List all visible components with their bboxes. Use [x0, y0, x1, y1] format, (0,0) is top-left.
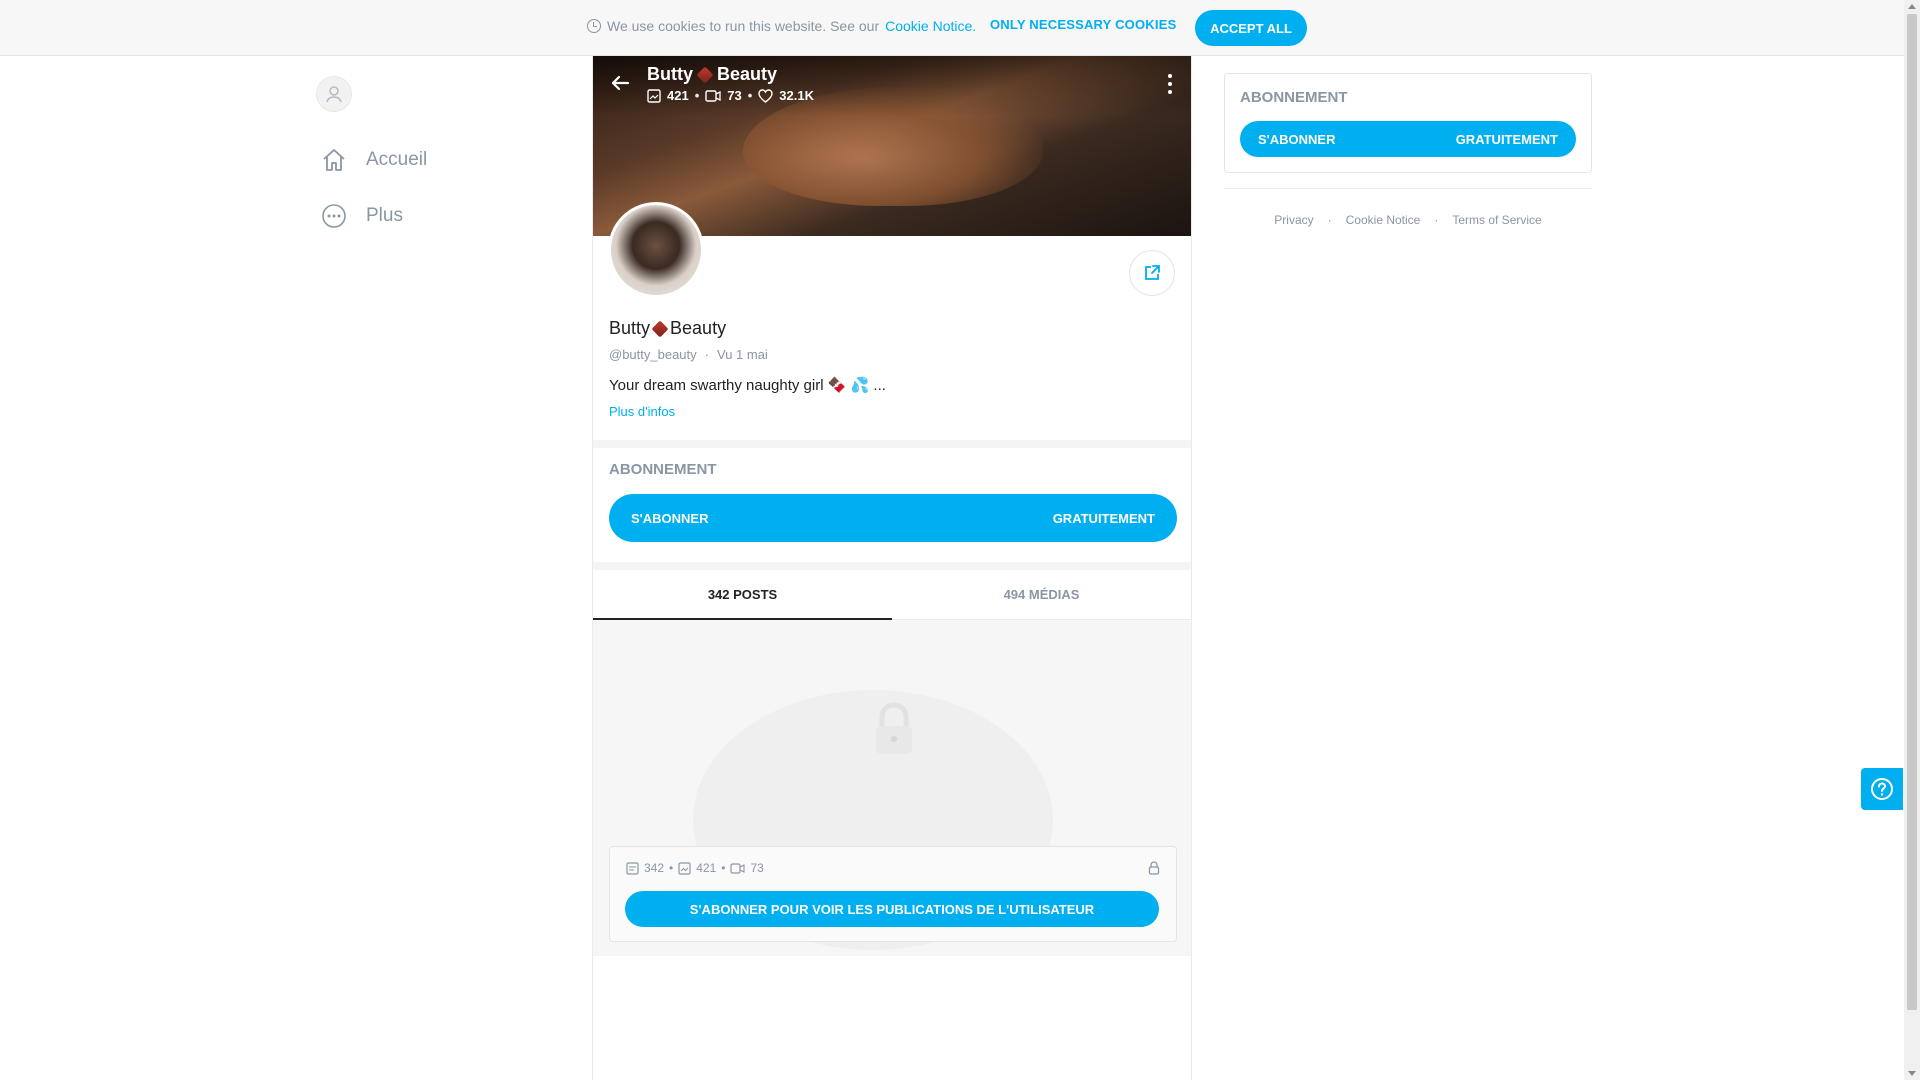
tab-posts[interactable]: 342 POSTS — [593, 570, 892, 620]
home-icon — [316, 142, 352, 178]
right-subscribe-label: S'ABONNER — [1258, 131, 1336, 147]
profile-info: Butty Beauty @butty_beauty · Vu 1 mai Yo… — [609, 318, 1179, 419]
locked-photos-count: 421 — [696, 861, 717, 875]
profile-handle: @butty_beauty — [609, 347, 697, 362]
nav-item-home[interactable]: Accueil — [316, 132, 427, 188]
locked-videos-count: 73 — [750, 861, 764, 875]
more-info-link[interactable]: Plus d'infos — [609, 404, 1179, 419]
video-icon — [730, 862, 746, 874]
likes-count: 32.1K — [779, 88, 814, 103]
last-seen: Vu 1 mai — [717, 347, 768, 362]
accept-all-cookies-button[interactable]: ACCEPT ALL — [1195, 10, 1307, 46]
right-subscribe-price: GRATUITEMENT — [1455, 131, 1558, 147]
cookie-clock-icon — [587, 19, 601, 33]
section-divider — [593, 562, 1191, 570]
posts-icon — [626, 861, 639, 875]
heart-icon — [758, 88, 773, 103]
cookie-message-text: We use cookies to run this website. See … — [607, 18, 880, 34]
profile-name-second: Beauty — [717, 64, 778, 84]
help-question-icon — [1871, 778, 1893, 800]
locked-stats: 342 • 421 • 73 — [626, 861, 764, 875]
tab-media[interactable]: 494 MÉDIAS — [892, 570, 1191, 619]
locked-posts-count: 342 — [644, 861, 665, 875]
videos-count: 73 — [727, 88, 742, 103]
more-options-icon[interactable] — [1167, 74, 1173, 94]
share-icon — [1145, 265, 1160, 280]
profile-display-name: Butty Beauty — [609, 318, 1179, 339]
subscribe-label: S'ABONNER — [631, 510, 709, 526]
back-arrow-icon[interactable] — [609, 72, 631, 94]
nav-item-label: Accueil — [366, 149, 428, 170]
cookie-banner: We use cookies to run this website. See … — [0, 0, 1904, 56]
subscribe-price: GRATUITEMENT — [1052, 510, 1155, 526]
only-necessary-cookies-button[interactable]: ONLY NECESSARY COOKIES — [990, 17, 1176, 32]
share-button[interactable] — [1129, 250, 1175, 296]
footer-link-privacy[interactable]: Privacy — [1274, 213, 1313, 227]
profile-bio: Your dream swarthy naughty girl 🍫 💦 ... — [609, 377, 886, 394]
nav-item-label: Plus — [366, 205, 403, 226]
scroll-up-arrow-icon[interactable] — [1908, 4, 1916, 9]
footer-links: Privacy · Cookie Notice · Terms of Servi… — [1274, 213, 1542, 227]
locked-content-area: 342 • 421 • 73 S'ABONNER POUR VOIR LES P… — [593, 620, 1191, 956]
left-navigation: Accueil Plus — [316, 76, 427, 244]
right-subscribe-button[interactable]: S'ABONNER GRATUITEMENT — [1240, 121, 1576, 157]
footer-link-cookie-notice[interactable]: Cookie Notice — [1346, 213, 1421, 227]
right-divider — [1224, 188, 1592, 189]
section-divider — [593, 440, 1191, 448]
profile-main-column: Butty Beauty 421 • 73 • 32.1K Butty Beau… — [592, 56, 1192, 1080]
more-dots-icon — [316, 198, 352, 234]
page-scrollbar[interactable] — [1904, 0, 1920, 1080]
scroll-down-arrow-icon[interactable] — [1908, 1071, 1916, 1076]
user-avatar[interactable] — [316, 76, 352, 112]
profile-name-second: Beauty — [670, 318, 727, 338]
scrollbar-thumb[interactable] — [1907, 14, 1917, 1010]
profile-name-first: Butty — [609, 318, 651, 338]
subscription-section: ABONNEMENT S'ABONNER GRATUITEMENT — [609, 461, 1177, 542]
cookie-notice-link[interactable]: Cookie Notice. — [885, 18, 976, 34]
right-subscription-card: ABONNEMENT S'ABONNER GRATUITEMENT — [1224, 73, 1592, 173]
chocolate-emoji-icon — [651, 320, 669, 337]
cover-title: Butty Beauty — [647, 64, 777, 85]
right-subscription-title: ABONNEMENT — [1240, 89, 1348, 106]
profile-tabs: 342 POSTS 494 MÉDIAS — [593, 570, 1191, 620]
subscribe-button[interactable]: S'ABONNER GRATUITEMENT — [609, 494, 1177, 542]
nav-item-more[interactable]: Plus — [316, 188, 427, 244]
photo-icon — [647, 88, 661, 103]
cookie-message: We use cookies to run this website. See … — [587, 18, 976, 34]
profile-avatar[interactable] — [608, 202, 704, 298]
chocolate-emoji-icon — [696, 66, 714, 83]
cover-stats: 421 • 73 • 32.1K — [647, 88, 814, 103]
photo-icon — [678, 861, 691, 875]
profile-name-first: Butty — [647, 64, 693, 84]
user-icon — [326, 86, 342, 103]
small-lock-icon — [1148, 861, 1160, 875]
locked-posts-card: 342 • 421 • 73 S'ABONNER POUR VOIR LES P… — [609, 846, 1177, 942]
subscription-title: ABONNEMENT — [609, 461, 717, 478]
lock-icon — [876, 702, 912, 754]
help-button[interactable] — [1861, 768, 1903, 810]
cover-image: Butty Beauty 421 • 73 • 32.1K — [593, 56, 1191, 236]
footer-link-terms[interactable]: Terms of Service — [1452, 213, 1541, 227]
subscribe-to-see-posts-button[interactable]: S'ABONNER POUR VOIR LES PUBLICATIONS DE … — [625, 891, 1159, 927]
video-icon — [705, 89, 721, 102]
handle-row: @butty_beauty · Vu 1 mai — [609, 347, 768, 362]
photos-count: 421 — [667, 88, 689, 103]
